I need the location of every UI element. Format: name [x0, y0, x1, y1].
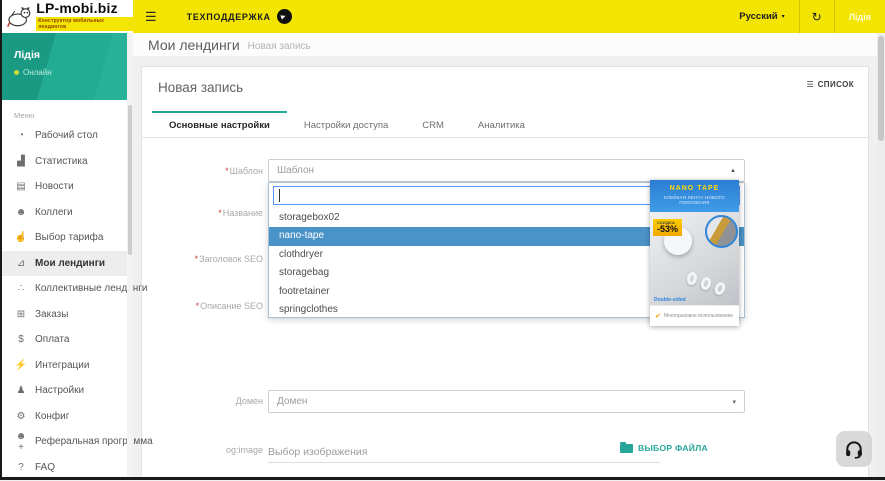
sidebar-item-orders[interactable]: ⊞ Заказы	[2, 302, 133, 328]
tape-piece-shape	[712, 280, 728, 297]
support-link[interactable]: ТЕХПОДДЕРЖКА ▸	[187, 0, 292, 33]
online-status-label: Онлайн	[23, 68, 52, 77]
preview-product-photo: СКИДКА -53% Double-sided	[650, 212, 739, 305]
sidebar-scrollbar-thumb[interactable]	[128, 105, 132, 255]
sidebar-item-collective-landings[interactable]: ∴ Коллективные лендинги	[2, 276, 148, 302]
tab-bar: Основные настройки Настройки доступа CRM…	[142, 111, 868, 138]
name-label: *Название	[218, 208, 263, 218]
menu-section-label: Меню	[14, 111, 35, 120]
sidebar-scrollbar-track	[127, 33, 133, 477]
template-select[interactable]: Шаблон ▲	[268, 159, 745, 182]
sidebar-user-name: Лідія	[14, 49, 40, 61]
headset-icon	[846, 441, 862, 459]
language-label: Русский	[739, 11, 778, 22]
list-icon: ☰	[806, 80, 814, 89]
hand-pointer-icon: ☝	[14, 232, 28, 244]
preview-feature-row: ✔ Многоразовое использование	[650, 305, 739, 326]
sidebar-user-panel: Лідія Онлайн	[2, 33, 133, 100]
cogs-icon: ⚙	[16, 410, 26, 422]
sidebar-menu: ◔ Рабочий стол ▟ Статистика ▤ Новости ☻ …	[2, 123, 153, 480]
preview-subtitle: КЛЕЙКАЯ ЛЕНТА НОВОГО ПОКОЛЕНИЯ	[664, 195, 725, 205]
sidebar-item-integrations[interactable]: ⚡ Интеграции	[2, 353, 133, 379]
support-label: ТЕХПОДДЕРЖКА	[186, 11, 271, 22]
topbar: LP-mobi.biz Конструктор мобильных лендин…	[2, 0, 885, 33]
hamburger-menu-icon[interactable]: ☰	[145, 0, 157, 33]
page-scrollbar-thumb[interactable]	[878, 36, 884, 141]
sidebar-item-statistics[interactable]: ▟ Статистика	[2, 149, 133, 175]
chevron-down-icon: ▾	[781, 14, 785, 20]
logo[interactable]: LP-mobi.biz Конструктор мобильных лендин…	[2, 0, 133, 33]
template-label: *Шаблон	[225, 166, 263, 176]
logo-dog-icon	[7, 6, 31, 27]
preview-watermark: Double-sided	[654, 297, 686, 303]
list-button[interactable]: ☰ СПИСОК	[806, 80, 854, 89]
user-icon: ♟	[16, 385, 26, 397]
breadcrumb-current: Новая запись	[247, 40, 311, 52]
tab-access-settings[interactable]: Настройки доступа	[287, 111, 405, 137]
newspaper-icon: ▤	[16, 181, 26, 193]
chart-bar-icon: ▟	[17, 155, 25, 167]
preview-feature-text: Многоразовое использование	[663, 313, 734, 319]
dashboard-icon: ◔	[17, 130, 25, 142]
photo-inset-circle	[705, 215, 738, 248]
sidebar-item-referral[interactable]: ☻+ Реферальная программа	[2, 429, 153, 455]
sidebar-item-payment[interactable]: $ Оплата	[2, 327, 133, 353]
folder-icon	[620, 441, 633, 453]
seo-title-label: *Заголовок SEO	[194, 254, 263, 264]
check-icon: ✔	[655, 313, 661, 320]
tab-analytics[interactable]: Аналитика	[461, 111, 542, 137]
question-icon: ?	[18, 461, 24, 473]
sidebar-item-my-landings[interactable]: ⊿ Мои лендинги	[2, 250, 133, 276]
page-scrollbar-track	[877, 33, 885, 477]
sidebar: Лідія Онлайн Меню ◔ Рабочий стол ▟ Стати…	[2, 33, 153, 480]
topbar-username[interactable]: Лідія	[835, 0, 885, 33]
cart-icon: ⊞	[16, 308, 26, 320]
choose-file-button[interactable]: ВЫБОР ФАЙЛА	[620, 441, 708, 453]
preview-title: NANO TAPE	[669, 185, 720, 192]
discount-badge: СКИДКА -53%	[653, 219, 683, 236]
language-selector[interactable]: Русский ▾	[725, 0, 798, 33]
og-image-input[interactable]	[268, 441, 660, 463]
new-record-card: Новая запись ☰ СПИСОК Основные настройки…	[141, 66, 869, 480]
logo-title: LP-mobi.biz	[36, 0, 118, 16]
chart-line-icon: ⊿	[16, 257, 26, 269]
telegram-icon: ▸	[276, 9, 292, 24]
caret-down-icon: ▾	[732, 398, 736, 406]
tape-piece-shape	[699, 275, 713, 292]
support-chat-button[interactable]	[836, 431, 872, 467]
plug-icon: ⚡	[14, 359, 28, 371]
page-title: Мои лендинги	[148, 36, 240, 53]
sidebar-item-desktop[interactable]: ◔ Рабочий стол	[2, 123, 133, 149]
screen-edge-left	[0, 0, 2, 480]
breadcrumb: Мои лендинги Новая запись	[133, 33, 877, 56]
preview-header: NANO TAPE КЛЕЙКАЯ ЛЕНТА НОВОГО ПОКОЛЕНИЯ	[650, 180, 739, 212]
template-preview-image: NANO TAPE КЛЕЙКАЯ ЛЕНТА НОВОГО ПОКОЛЕНИЯ…	[650, 180, 739, 326]
sidebar-item-news[interactable]: ▤ Новости	[2, 174, 133, 200]
sidebar-item-colleagues[interactable]: ☻ Коллеги	[2, 200, 133, 226]
tab-main-settings[interactable]: Основные настройки	[152, 111, 287, 137]
domain-label: Домен	[235, 396, 263, 406]
template-dropdown: storagebox02 nano-tape clothdryer storag…	[268, 180, 745, 326]
tape-piece-shape	[685, 271, 699, 286]
seo-description-label: *Описание SEO	[195, 301, 263, 311]
users-icon: ☻	[15, 206, 27, 218]
domain-select[interactable]: Домен ▾	[268, 390, 745, 413]
card-title: Новая запись	[158, 80, 244, 95]
online-status-dot	[14, 70, 19, 75]
sidebar-item-tariff[interactable]: ☝ Выбор тарифа	[2, 225, 133, 251]
landing-form: *Шаблон Шаблон ▲ *Название *Заголовок SE…	[142, 138, 868, 481]
user-plus-icon: ☻+	[15, 430, 27, 453]
og-image-label: og:image	[225, 445, 263, 455]
refresh-icon[interactable]: ↻	[800, 0, 834, 33]
tab-crm[interactable]: CRM	[405, 111, 461, 137]
sidebar-item-config[interactable]: ⚙ Конфиг	[2, 404, 133, 430]
caret-up-icon: ▲	[730, 167, 736, 174]
share-icon: ∴	[17, 283, 25, 295]
dollar-icon: $	[18, 334, 24, 346]
text-cursor	[279, 189, 280, 202]
logo-tagline: Конструктор мобильных лендингов	[36, 16, 133, 31]
sidebar-item-settings[interactable]: ♟ Настройки	[2, 378, 133, 404]
